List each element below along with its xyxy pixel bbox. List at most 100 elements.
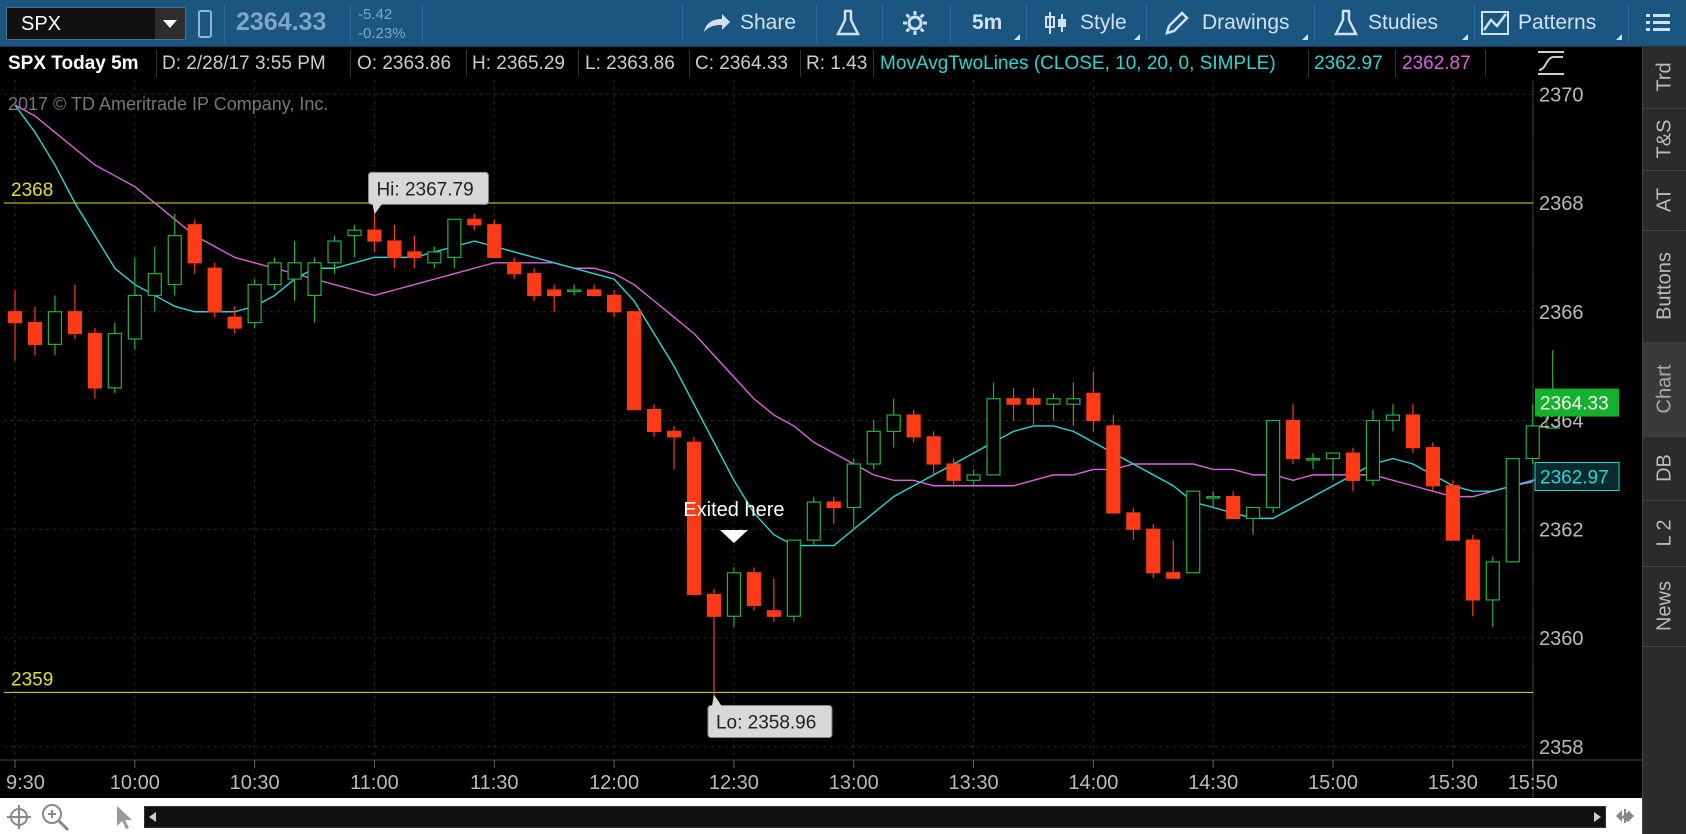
candle-body bbox=[646, 409, 662, 432]
style-label: Style bbox=[1080, 11, 1127, 34]
candle-body bbox=[606, 294, 622, 313]
side-tab-news[interactable]: News bbox=[1643, 566, 1686, 647]
candle bbox=[567, 284, 582, 296]
studies-label: Studies bbox=[1368, 11, 1439, 34]
side-tab-chart[interactable]: Chart bbox=[1643, 342, 1686, 437]
pattern-trend-icon[interactable] bbox=[1536, 48, 1566, 78]
side-tab-l-2[interactable]: L 2 bbox=[1643, 500, 1686, 567]
patterns-icon bbox=[1481, 11, 1509, 35]
candle-body bbox=[826, 501, 841, 509]
price-level-label: 2359 bbox=[11, 669, 53, 690]
candle-body bbox=[1126, 512, 1141, 530]
x-tick-label: 10:00 bbox=[110, 772, 160, 794]
chart-bottom-bar bbox=[0, 798, 1642, 834]
candle bbox=[1046, 393, 1061, 421]
ma-fast-line bbox=[14, 104, 1553, 547]
x-tick-label: 13:00 bbox=[829, 772, 879, 794]
y-tick-label: 2370 bbox=[1539, 84, 1584, 106]
candle-body bbox=[427, 251, 442, 264]
lab-button[interactable] bbox=[820, 0, 880, 46]
high-callout-text: Hi: 2367.79 bbox=[376, 179, 473, 200]
candle bbox=[127, 257, 142, 350]
low-callout: Lo: 2358.96 bbox=[707, 694, 833, 739]
candle-body bbox=[666, 430, 682, 438]
menu-button[interactable] bbox=[1630, 0, 1686, 46]
candle bbox=[786, 539, 801, 622]
corner-arrow-icon bbox=[1014, 34, 1020, 40]
ma-fast-value: 2362.97 bbox=[1314, 53, 1383, 74]
style-button[interactable]: Style bbox=[1030, 0, 1144, 46]
candle-body bbox=[1285, 419, 1301, 460]
candle bbox=[966, 469, 981, 486]
horizontal-scrollbar[interactable] bbox=[144, 806, 1628, 828]
candle-body bbox=[1086, 392, 1101, 422]
candle bbox=[7, 290, 23, 361]
candle-body bbox=[626, 311, 642, 411]
side-tab-label: News bbox=[1653, 580, 1676, 632]
candle-body bbox=[1006, 398, 1021, 405]
candle bbox=[307, 257, 322, 323]
candle bbox=[87, 328, 102, 399]
candle bbox=[427, 246, 442, 269]
drawings-button[interactable]: Drawings bbox=[1150, 0, 1312, 46]
crosshair-icon[interactable] bbox=[6, 804, 32, 830]
candle-body bbox=[966, 474, 981, 481]
pencil-icon bbox=[1165, 11, 1189, 35]
candle-body bbox=[1445, 485, 1460, 541]
study-label[interactable]: MovAvgTwoLines (CLOSE, 10, 20, 0, SIMPLE… bbox=[880, 53, 1276, 75]
link-icon[interactable] bbox=[198, 10, 212, 38]
candle-body bbox=[587, 289, 602, 297]
candle-body bbox=[287, 262, 302, 280]
cursor-icon[interactable] bbox=[114, 804, 136, 830]
candle-body bbox=[1186, 490, 1201, 574]
zoom-icon[interactable] bbox=[40, 802, 70, 832]
side-tab-buttons[interactable]: Buttons bbox=[1643, 230, 1686, 343]
candle-body bbox=[87, 332, 102, 389]
candle bbox=[1086, 371, 1101, 432]
candle bbox=[1126, 507, 1141, 541]
scroll-left-icon[interactable] bbox=[147, 811, 159, 823]
candle bbox=[846, 458, 861, 530]
candle-body bbox=[567, 289, 582, 293]
share-button[interactable]: Share bbox=[694, 0, 814, 46]
candle-body bbox=[27, 322, 43, 345]
net-change: -5.42 bbox=[358, 6, 393, 23]
side-tab-label: T&S bbox=[1653, 119, 1676, 159]
ma-slow-line bbox=[14, 104, 1533, 498]
candle bbox=[1146, 523, 1161, 579]
candle-body bbox=[906, 414, 921, 438]
candle-body bbox=[766, 610, 781, 617]
candle bbox=[447, 218, 462, 269]
candle-body bbox=[1166, 572, 1181, 579]
candle bbox=[806, 496, 821, 546]
side-tab-db[interactable]: DB bbox=[1643, 436, 1686, 501]
side-tab-trd[interactable]: Trd bbox=[1643, 46, 1686, 109]
price-chart[interactable]: 2017 © TD Ameritrade IP Company, Inc. 23… bbox=[0, 80, 1642, 798]
chevron-down-icon[interactable] bbox=[155, 8, 185, 39]
side-tab-at[interactable]: AT bbox=[1643, 170, 1686, 231]
top-toolbar: SPX 2364.33 -5.42 -0.23% Share 5m Style … bbox=[0, 0, 1686, 47]
candle-body bbox=[1425, 447, 1440, 487]
symbol-selector[interactable]: SPX bbox=[6, 7, 186, 40]
candle-body bbox=[1206, 496, 1221, 499]
expand-icon[interactable] bbox=[1614, 808, 1636, 824]
side-tab-label: L 2 bbox=[1653, 519, 1676, 547]
x-tick-label: 12:30 bbox=[709, 772, 759, 794]
candle-body bbox=[1365, 419, 1381, 481]
candle-body bbox=[367, 229, 382, 242]
y-tick-label: 2366 bbox=[1539, 302, 1584, 324]
candle-body bbox=[1146, 528, 1161, 574]
settings-button[interactable] bbox=[886, 0, 946, 46]
side-panel: Trd T&S AT Buttons Chart DB L 2 News bbox=[1642, 46, 1686, 834]
patterns-button[interactable]: Patterns bbox=[1476, 0, 1626, 46]
candle-body bbox=[1246, 506, 1261, 519]
side-tab-t-s[interactable]: T&S bbox=[1643, 108, 1686, 171]
candlestick-icon bbox=[1045, 12, 1066, 34]
timeframe-button[interactable]: 5m bbox=[952, 0, 1024, 46]
studies-button[interactable]: Studies bbox=[1318, 0, 1472, 46]
symbol-text: SPX bbox=[21, 13, 62, 35]
chart-info-bar: SPX Today 5m D: 2/28/17 3:55 PM O: 2363.… bbox=[0, 47, 1533, 80]
x-tick-label: 15:00 bbox=[1308, 772, 1358, 794]
scroll-right-icon[interactable] bbox=[1591, 811, 1603, 823]
candle bbox=[527, 268, 542, 301]
